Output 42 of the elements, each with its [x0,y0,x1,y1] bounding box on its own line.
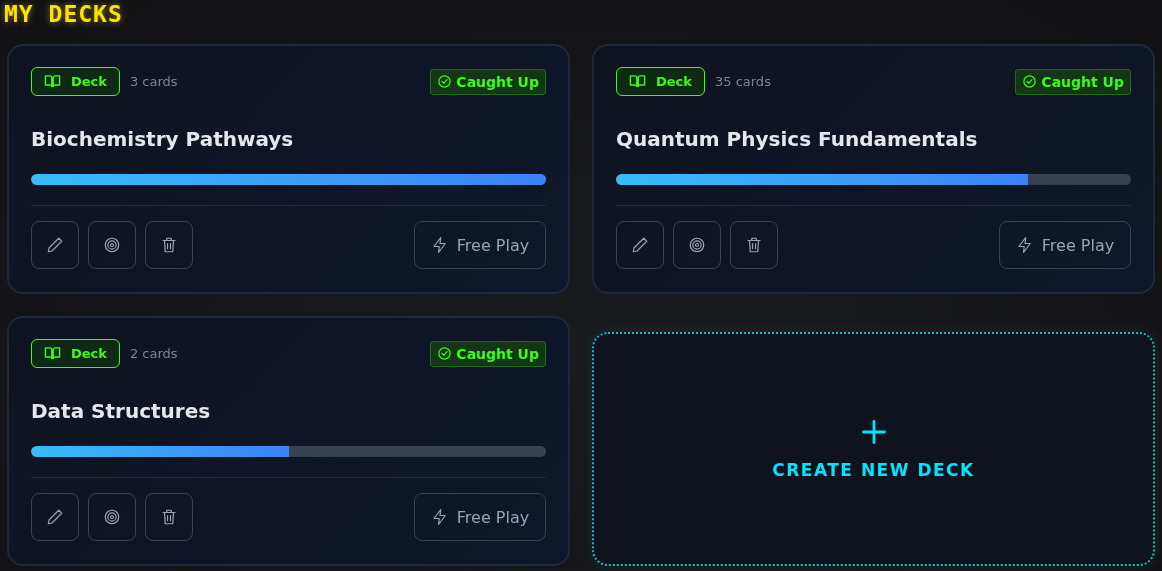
delete-button[interactable] [145,493,193,541]
pencil-icon [46,508,64,526]
check-circle-icon [437,346,453,361]
deck-badge: Deck [31,339,120,368]
lightning-icon [430,236,449,254]
create-deck-button[interactable]: CREATE NEW DECK [592,332,1155,566]
trash-icon [160,236,178,254]
trash-icon [745,236,763,254]
target-icon [103,236,121,254]
card-count: 3 cards [129,74,178,89]
page-heading: MY DECKS [3,0,124,26]
delete-button[interactable] [145,221,193,269]
lightning-icon [1015,236,1034,254]
status-badge: Caught Up [430,68,546,95]
check-circle-icon [1022,74,1038,89]
deck-title: Data Structures [31,398,212,424]
check-circle-icon [437,74,453,89]
free-play-button[interactable]: Free Play [414,493,546,541]
deck-badge: Deck [31,67,120,96]
free-play-button[interactable]: Free Play [414,221,546,269]
free-play-button[interactable]: Free Play [999,221,1131,269]
book-icon [44,73,61,90]
target-button[interactable] [88,493,136,541]
trash-icon [160,508,178,526]
deck-title: Quantum Physics Fundamentals [616,126,979,152]
pencil-icon [631,236,649,254]
card-count: 35 cards [714,74,771,89]
target-icon [103,508,121,526]
plus-icon [859,418,888,446]
card-count: 2 cards [129,346,178,361]
lightning-icon [430,508,449,526]
deck-badge: Deck [616,67,705,96]
pencil-icon [46,236,64,254]
deck-title: Biochemistry Pathways [31,126,295,152]
book-icon [44,345,61,362]
status-badge: Caught Up [430,340,546,367]
delete-button[interactable] [730,221,778,269]
target-button[interactable] [88,221,136,269]
target-button[interactable] [673,221,721,269]
target-icon [688,236,706,254]
book-icon [629,73,646,90]
status-badge: Caught Up [1015,68,1131,95]
